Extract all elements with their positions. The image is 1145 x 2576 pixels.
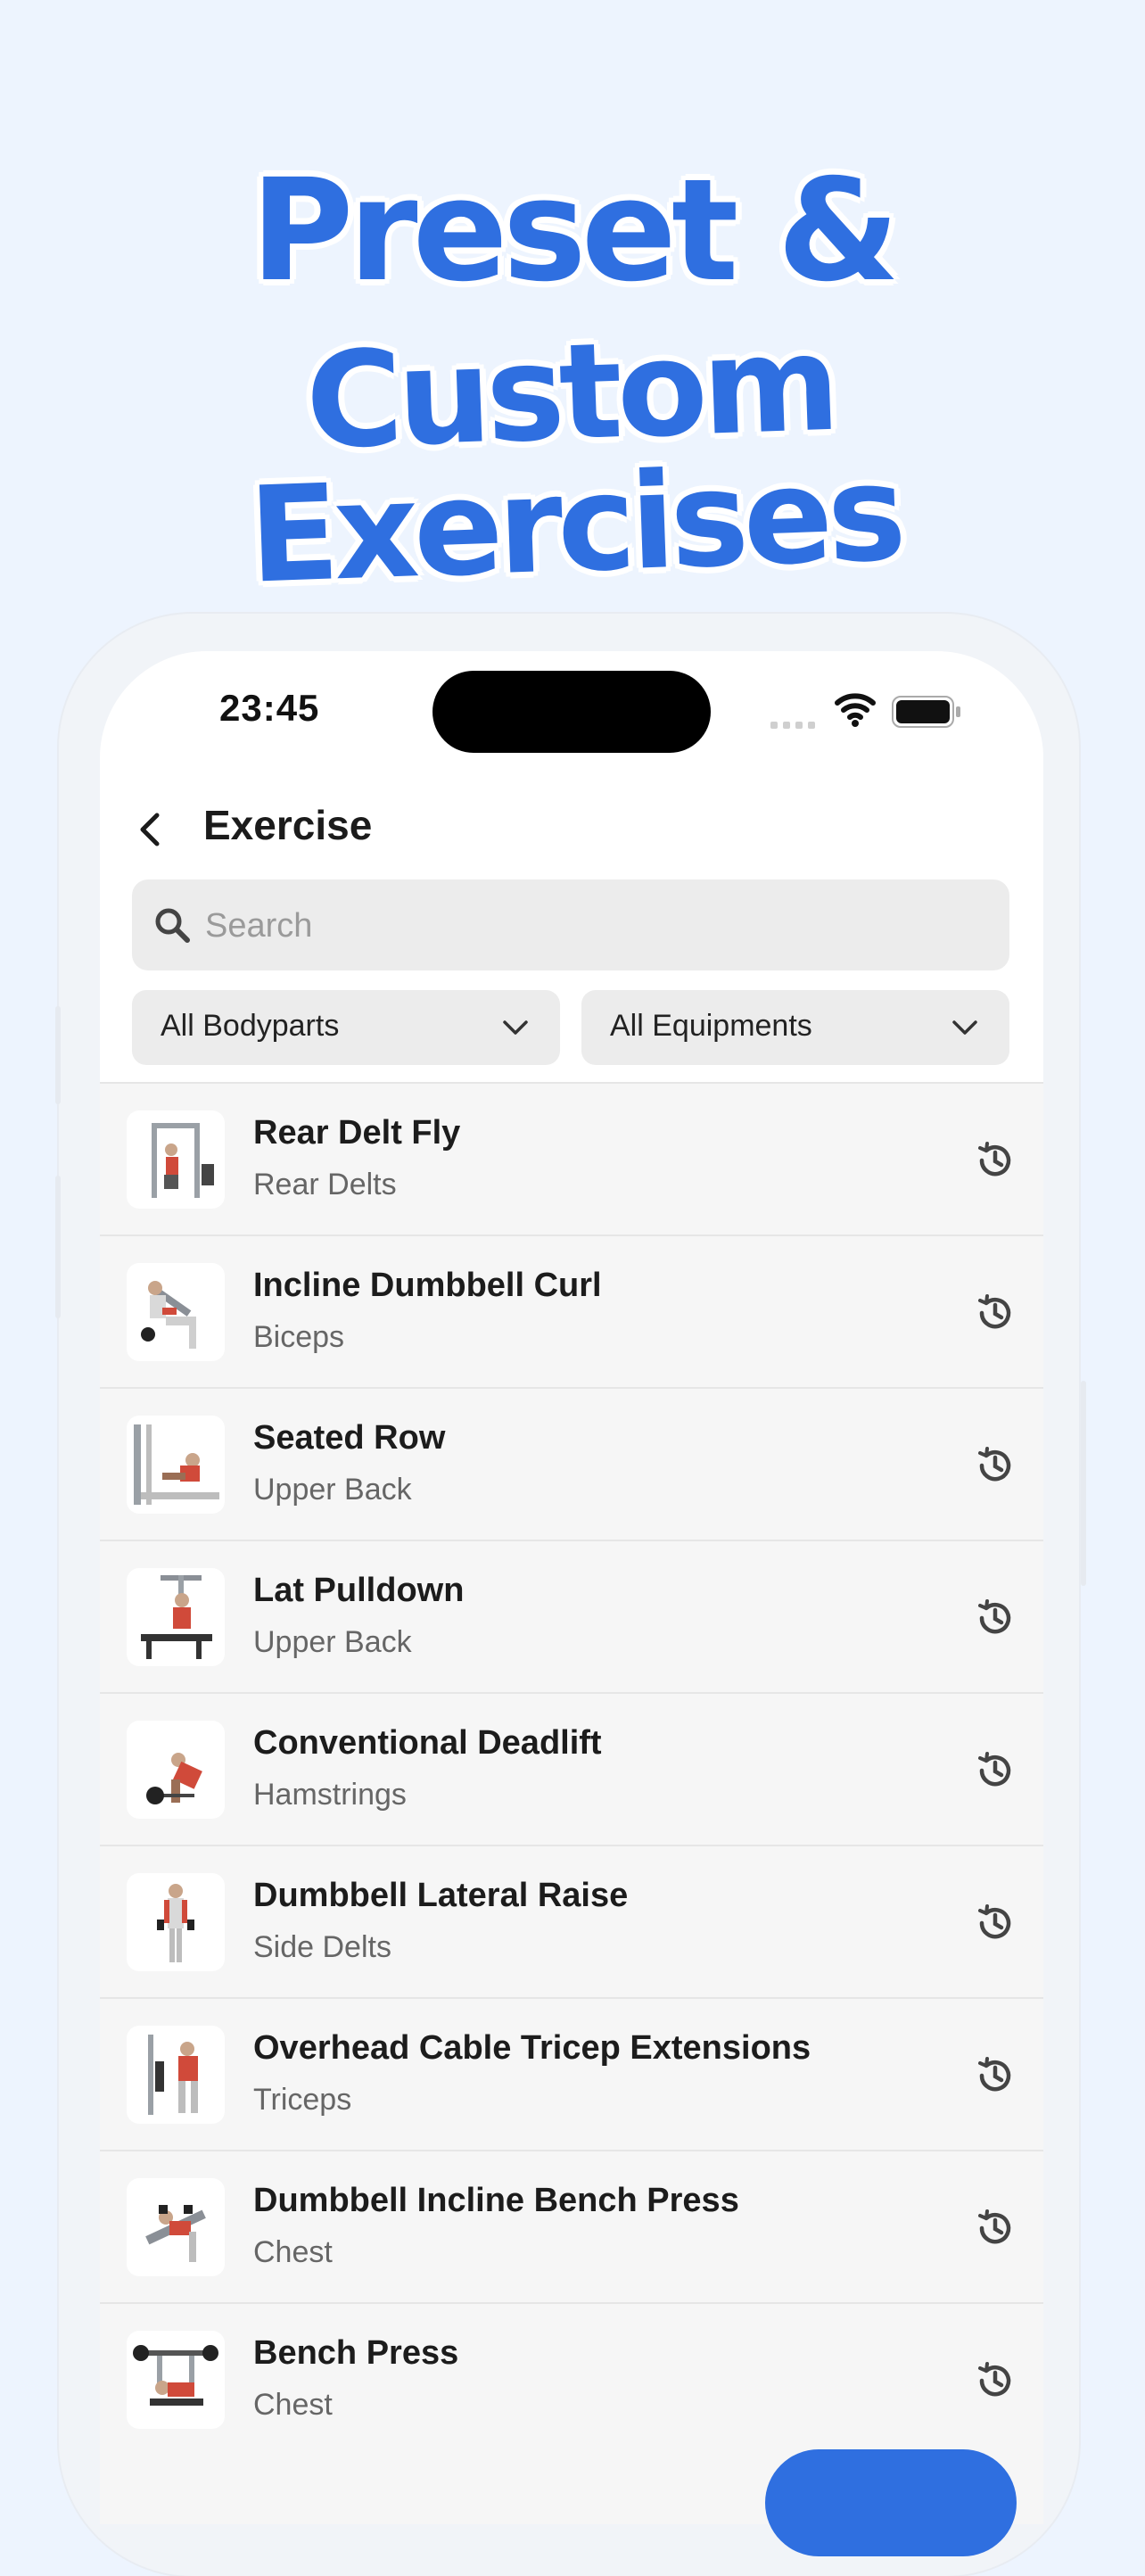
- exercise-list: Rear Delt Fly Rear Delts Incline Dumbbel…: [100, 1082, 1043, 2455]
- battery-icon: [892, 696, 960, 728]
- exercise-name: Overhead Cable Tricep Extensions: [253, 2029, 811, 2067]
- app-screen: 23:45 Exercise All Bodyparts: [100, 651, 1043, 2524]
- search-input[interactable]: [203, 879, 992, 972]
- status-time: 23:45: [219, 687, 320, 729]
- promo-headline: Preset & Custom Exercises: [0, 149, 1145, 613]
- exercise-thumbnail: [127, 1110, 225, 1209]
- phone-side-button: [1081, 1381, 1086, 1586]
- exercise-bodypart: Biceps: [253, 1320, 345, 1354]
- exercise-name: Seated Row: [253, 1419, 446, 1457]
- history-icon[interactable]: [974, 2207, 1017, 2250]
- exercise-row[interactable]: Seated Row Upper Back: [100, 1387, 1043, 1540]
- exercise-row[interactable]: Dumbbell Lateral Raise Side Delts: [100, 1845, 1043, 1997]
- chevron-down-icon: [503, 1020, 528, 1035]
- back-button[interactable]: [125, 803, 178, 856]
- search-icon: [155, 908, 190, 943]
- exercise-row[interactable]: Lat Pulldown Upper Back: [100, 1540, 1043, 1692]
- exercise-name: Dumbbell Incline Bench Press: [253, 2182, 739, 2219]
- bodypart-filter-label: All Bodyparts: [161, 1009, 340, 1043]
- wifi-icon: [835, 693, 876, 727]
- exercise-name: Dumbbell Lateral Raise: [253, 1877, 629, 1914]
- chevron-down-icon: [952, 1020, 977, 1035]
- exercise-thumbnail: [127, 2178, 225, 2276]
- exercise-thumbnail: [127, 1873, 225, 1971]
- exercise-thumbnail: [127, 1721, 225, 1819]
- exercise-thumbnail: [127, 2331, 225, 2429]
- add-exercise-button[interactable]: [765, 2449, 1017, 2556]
- exercise-thumbnail: [127, 1568, 225, 1666]
- exercise-bodypart: Chest: [253, 2235, 333, 2269]
- exercise-row[interactable]: Bench Press Chest: [100, 2302, 1043, 2455]
- equipment-filter-dropdown[interactable]: All Equipments: [581, 990, 1009, 1065]
- exercise-row[interactable]: Rear Delt Fly Rear Delts: [100, 1082, 1043, 1234]
- history-icon[interactable]: [974, 2359, 1017, 2402]
- history-icon[interactable]: [974, 2054, 1017, 2097]
- history-icon[interactable]: [974, 1292, 1017, 1334]
- exercise-bodypart: Upper Back: [253, 1625, 412, 1659]
- history-icon[interactable]: [974, 1139, 1017, 1182]
- exercise-bodypart: Triceps: [253, 2083, 352, 2117]
- history-icon[interactable]: [974, 1749, 1017, 1792]
- exercise-row[interactable]: Incline Dumbbell Curl Biceps: [100, 1234, 1043, 1387]
- exercise-name: Rear Delt Fly: [253, 1114, 461, 1152]
- exercise-bodypart: Upper Back: [253, 1473, 412, 1507]
- exercise-row[interactable]: Conventional Deadlift Hamstrings: [100, 1692, 1043, 1845]
- exercise-name: Lat Pulldown: [253, 1572, 465, 1609]
- exercise-name: Conventional Deadlift: [253, 1724, 602, 1762]
- exercise-bodypart: Chest: [253, 2388, 333, 2422]
- cellular-signal-icon: [770, 715, 820, 732]
- history-icon[interactable]: [974, 1444, 1017, 1487]
- equipment-filter-label: All Equipments: [610, 1009, 812, 1043]
- history-icon[interactable]: [974, 1902, 1017, 1944]
- history-icon[interactable]: [974, 1597, 1017, 1639]
- phone-side-button: [55, 1006, 61, 1104]
- dynamic-island: [432, 671, 711, 753]
- exercise-thumbnail: [127, 2026, 225, 2124]
- headline-line-2: Custom Exercises: [246, 306, 903, 613]
- exercise-name: Bench Press: [253, 2334, 459, 2372]
- exercise-bodypart: Rear Delts: [253, 1168, 397, 1201]
- exercise-thumbnail: [127, 1263, 225, 1361]
- exercise-bodypart: Side Delts: [253, 1930, 391, 1964]
- exercise-name: Incline Dumbbell Curl: [253, 1267, 602, 1304]
- bodypart-filter-dropdown[interactable]: All Bodyparts: [132, 990, 560, 1065]
- search-bar[interactable]: [132, 879, 1009, 972]
- exercise-row[interactable]: Overhead Cable Tricep Extensions Triceps: [100, 1997, 1043, 2150]
- exercise-bodypart: Hamstrings: [253, 1778, 407, 1812]
- exercise-thumbnail: [127, 1416, 225, 1514]
- header-area: 23:45 Exercise All Bodyparts: [100, 651, 1043, 1082]
- phone-side-button: [55, 1176, 61, 1318]
- headline-line-1: Preset &: [250, 149, 900, 313]
- page-title: Exercise: [203, 802, 373, 848]
- exercise-row[interactable]: Dumbbell Incline Bench Press Chest: [100, 2150, 1043, 2302]
